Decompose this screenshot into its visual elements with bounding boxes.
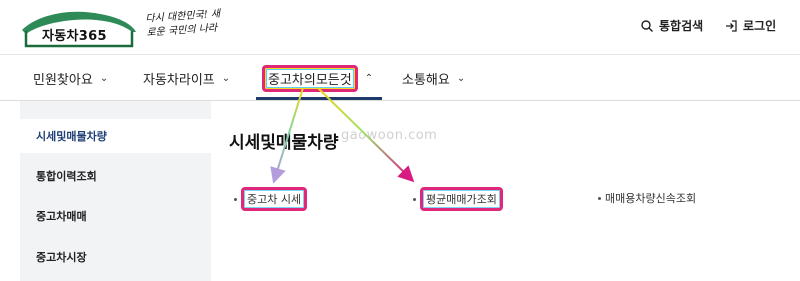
- bullet-icon: [598, 196, 601, 200]
- main-navigation: 민원찾아요 ⌄ 자동차라이프 ⌄ 중고차의모든것 ⌃ 소통해요 ⌄: [0, 55, 800, 101]
- login-icon: [726, 19, 737, 32]
- sidebar: 시세및매물차량 통합이력조회 중고차매매 중고차시장: [20, 101, 211, 281]
- sidebar-item-history[interactable]: 통합이력조회: [36, 168, 97, 184]
- gnb-item-label: 민원찾아요: [33, 73, 93, 88]
- sidebar-item-market[interactable]: 중고차시장: [36, 249, 87, 265]
- search-icon: [641, 19, 653, 32]
- search-button[interactable]: 통합검색: [641, 17, 703, 34]
- chevron-up-icon: ⌃: [364, 73, 374, 84]
- gnb-item-civil[interactable]: 민원찾아요 ⌄: [33, 69, 108, 88]
- link-average-price[interactable]: 평균매매가조회: [413, 187, 503, 211]
- gnb-item-used-car[interactable]: 중고차의모든것 ⌃: [262, 65, 373, 92]
- chevron-down-icon: ⌄: [456, 73, 466, 84]
- login-button[interactable]: 로그인: [725, 17, 776, 34]
- sidebar-item-trade[interactable]: 중고차매매: [36, 208, 87, 224]
- gnb-item-communication[interactable]: 소통해요 ⌄: [402, 69, 465, 88]
- search-label: 통합검색: [659, 19, 704, 33]
- logo-text: 자동차365: [42, 29, 107, 44]
- gnb-item-label: 소통해요: [402, 73, 450, 88]
- link-used-car-price[interactable]: 중고차 시세: [234, 187, 308, 211]
- sidebar-item-price-listing[interactable]: 시세및매물차량: [36, 128, 107, 144]
- bullet-icon: [413, 197, 416, 201]
- gnb-item-label-highlighted: 중고차의모든것: [262, 65, 358, 92]
- link-label: 중고차 시세: [241, 187, 308, 211]
- link-label: 매매용차량신속조회: [605, 192, 697, 205]
- watermark: gaowoon.com: [341, 128, 438, 143]
- bullet-icon: [234, 197, 237, 201]
- chevron-down-icon: ⌄: [99, 73, 109, 84]
- header: 자동차365 다시 대한민국! 새로운 국민의 나라 통합검색 로그인: [0, 0, 800, 52]
- link-label: 평균매매가조회: [420, 187, 503, 211]
- chevron-down-icon: ⌄: [221, 73, 231, 84]
- gnb-item-label: 자동차라이프: [143, 73, 215, 88]
- link-quick-lookup[interactable]: 매매용차량신속조회: [598, 190, 696, 206]
- page-title: 시세및매물차량: [229, 133, 339, 153]
- gnb-item-car-life[interactable]: 자동차라이프 ⌄: [143, 69, 230, 88]
- slogan: 다시 대한민국! 새로운 국민의 나라: [145, 8, 221, 39]
- login-label: 로그인: [743, 19, 777, 33]
